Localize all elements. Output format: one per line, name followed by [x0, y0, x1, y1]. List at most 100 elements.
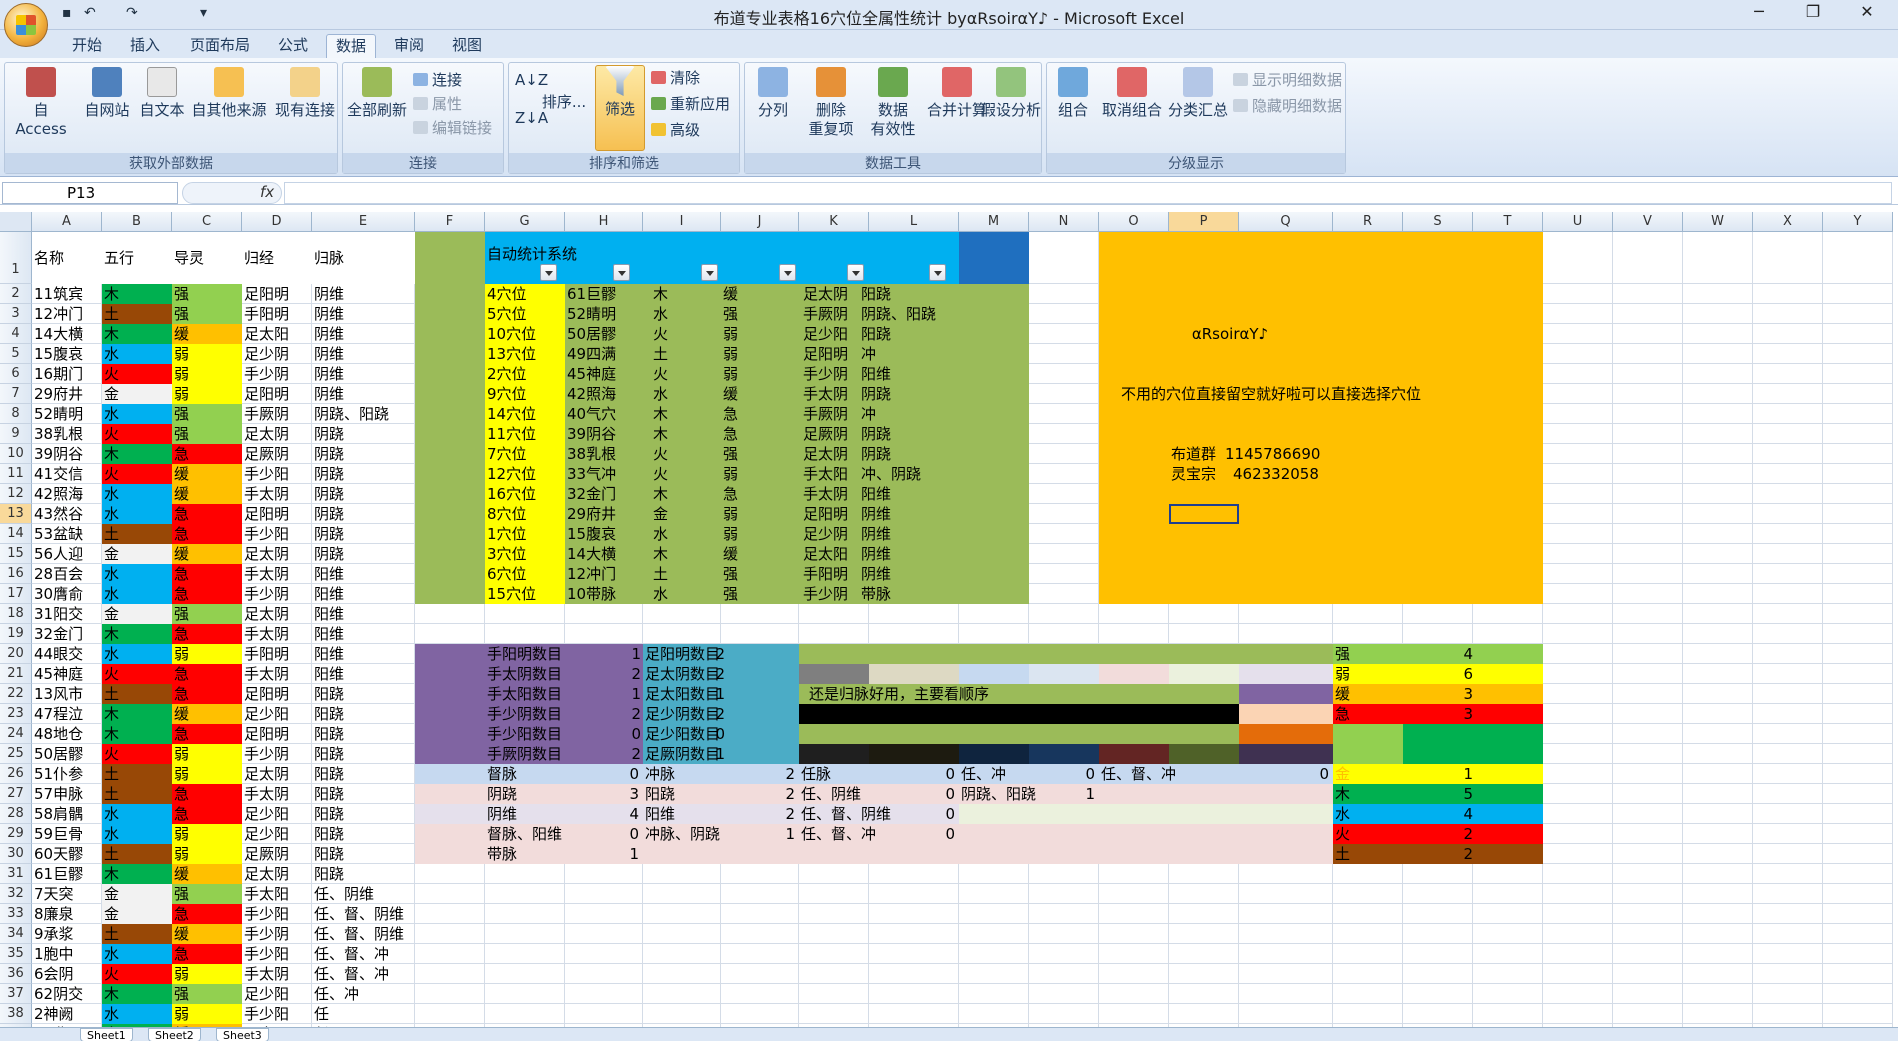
daoling-summary-count[interactable]: 3	[1403, 704, 1473, 724]
meridian-cell[interactable]: 足阳明	[242, 284, 312, 304]
acupoint-name[interactable]: 60天髎	[32, 844, 102, 864]
acupoint-name[interactable]: 56人迎	[32, 544, 102, 564]
column-header[interactable]: L	[869, 212, 959, 232]
row-header[interactable]: 6	[0, 364, 32, 384]
slot-daoling[interactable]: 缓	[721, 544, 799, 564]
slot-wuxing[interactable]: 火	[651, 364, 729, 384]
column-header[interactable]: D	[242, 212, 312, 232]
slot-vessel[interactable]: 阴维	[859, 564, 999, 584]
slot-daoling[interactable]: 弱	[721, 344, 799, 364]
acupoint-name[interactable]: 41交信	[32, 464, 102, 484]
daoling-summary-count[interactable]: 4	[1403, 644, 1473, 664]
slot-wuxing[interactable]: 木	[651, 424, 729, 444]
from-access-button[interactable]: 自 Access	[9, 67, 73, 139]
wuxing-cell[interactable]: 木	[102, 724, 172, 744]
vessel-cell[interactable]: 阴跷	[312, 484, 415, 504]
wuxing-cell[interactable]: 水	[102, 564, 172, 584]
refresh-all-button[interactable]: 全部刷新	[345, 67, 409, 120]
slot-vessel[interactable]: 冲、阴跷	[859, 464, 999, 484]
wuxing-summary-count[interactable]: 2	[1403, 824, 1473, 844]
vessel-cell[interactable]: 阴跷	[312, 424, 415, 444]
remove-duplicates-button[interactable]: 删除 重复项	[801, 67, 861, 139]
slot-acupoint[interactable]: 29府井	[565, 504, 643, 524]
row-header[interactable]: 32	[0, 884, 32, 904]
vessel-cell[interactable]: 任、督、阴维	[312, 924, 415, 944]
daoling-cell[interactable]: 弱	[172, 644, 242, 664]
vessel-cell[interactable]: 阴维	[312, 324, 415, 344]
column-header[interactable]: K	[799, 212, 869, 232]
hand-meridian-count[interactable]: 2	[565, 664, 641, 684]
tab-home[interactable]: 开始	[62, 34, 112, 58]
vessel-cell[interactable]: 阳跷	[312, 744, 415, 764]
wuxing-cell[interactable]: 水	[102, 644, 172, 664]
row-header[interactable]: 38	[0, 1004, 32, 1024]
acupoint-name[interactable]: 2神阙	[32, 1004, 102, 1024]
sort-button[interactable]: 排序...	[539, 93, 589, 112]
wuxing-cell[interactable]: 水	[102, 1004, 172, 1024]
column-header[interactable]: R	[1333, 212, 1403, 232]
wuxing-cell[interactable]: 土	[102, 524, 172, 544]
minimize-button[interactable]: ─	[1738, 2, 1780, 26]
slot-wuxing[interactable]: 木	[651, 544, 729, 564]
row-header[interactable]: 8	[0, 404, 32, 424]
meridian-cell[interactable]: 手太阴	[242, 564, 312, 584]
row-header[interactable]: 14	[0, 524, 32, 544]
clear-filter-button[interactable]: 清除	[651, 67, 700, 89]
meridian-cell[interactable]: 足太阴	[242, 544, 312, 564]
slot-acupoint[interactable]: 10带脉	[565, 584, 643, 604]
acupoint-name[interactable]: 45神庭	[32, 664, 102, 684]
acupoint-name[interactable]: 50居髎	[32, 744, 102, 764]
slot-wuxing[interactable]: 木	[651, 284, 729, 304]
slot-vessel[interactable]: 阳跷	[859, 284, 999, 304]
slot-wuxing[interactable]: 水	[651, 584, 729, 604]
daoling-cell[interactable]: 急	[172, 724, 242, 744]
vessel-cell[interactable]: 任、阴维	[312, 884, 415, 904]
slot-label[interactable]: 11穴位	[485, 424, 565, 444]
column-header[interactable]: B	[102, 212, 172, 232]
meridian-cell[interactable]: 手少阳	[242, 904, 312, 924]
filter-dropdown-icon[interactable]	[779, 264, 796, 281]
vessel-cell[interactable]: 阳跷	[312, 804, 415, 824]
vessel-cell[interactable]: 阳跷	[312, 764, 415, 784]
meridian-cell[interactable]: 足少阳	[242, 984, 312, 1004]
slot-label[interactable]: 9穴位	[485, 384, 565, 404]
slot-acupoint[interactable]: 15腹哀	[565, 524, 643, 544]
acupoint-name[interactable]: 12冲门	[32, 304, 102, 324]
row-header[interactable]: 2	[0, 284, 32, 304]
tab-insert[interactable]: 插入	[122, 34, 168, 58]
row-header[interactable]: 36	[0, 964, 32, 984]
column-header[interactable]: Q	[1239, 212, 1333, 232]
slot-vessel[interactable]: 冲	[859, 344, 999, 364]
slot-label[interactable]: 10穴位	[485, 324, 565, 344]
row-header[interactable]: 7	[0, 384, 32, 404]
meridian-cell[interactable]: 手少阳	[242, 464, 312, 484]
column-header[interactable]: X	[1753, 212, 1823, 232]
daoling-cell[interactable]: 急	[172, 784, 242, 804]
worksheet-grid[interactable]: 名称 五行 导灵 归经 归脉 11筑宾木强足阳明 阴维 12冲门土强手阳明 阴维 14大横木缓足太…	[0, 212, 1898, 1027]
slot-daoling[interactable]: 强	[721, 564, 799, 584]
wuxing-cell[interactable]: 木	[102, 284, 172, 304]
acupoint-name[interactable]: 43然谷	[32, 504, 102, 524]
daoling-cell[interactable]: 急	[172, 504, 242, 524]
foot-meridian-count[interactable]: 1	[643, 684, 725, 704]
daoling-cell[interactable]: 弱	[172, 844, 242, 864]
vessel-combo-count[interactable]: 0	[1029, 764, 1095, 784]
slot-label[interactable]: 7穴位	[485, 444, 565, 464]
vessel-cell[interactable]: 阴跷	[312, 504, 415, 524]
meridian-cell[interactable]: 手阳明	[242, 644, 312, 664]
slot-vessel[interactable]: 阳维	[859, 484, 999, 504]
vessel-cell[interactable]: 阴跷、阳跷	[312, 404, 415, 424]
meridian-cell[interactable]: 足阳明	[242, 384, 312, 404]
acupoint-name[interactable]: 28百会	[32, 564, 102, 584]
slot-acupoint[interactable]: 50居髎	[565, 324, 643, 344]
acupoint-name[interactable]: 38乳根	[32, 424, 102, 444]
slot-label[interactable]: 14穴位	[485, 404, 565, 424]
hand-meridian-count[interactable]: 2	[565, 704, 641, 724]
group1-number[interactable]: 1145786690	[1223, 444, 1333, 464]
column-header[interactable]: W	[1683, 212, 1753, 232]
acupoint-name[interactable]: 51仆参	[32, 764, 102, 784]
row-header[interactable]: 18	[0, 604, 32, 624]
column-header[interactable]: Y	[1823, 212, 1893, 232]
acupoint-name[interactable]: 14大横	[32, 324, 102, 344]
column-header[interactable]: H	[565, 212, 643, 232]
